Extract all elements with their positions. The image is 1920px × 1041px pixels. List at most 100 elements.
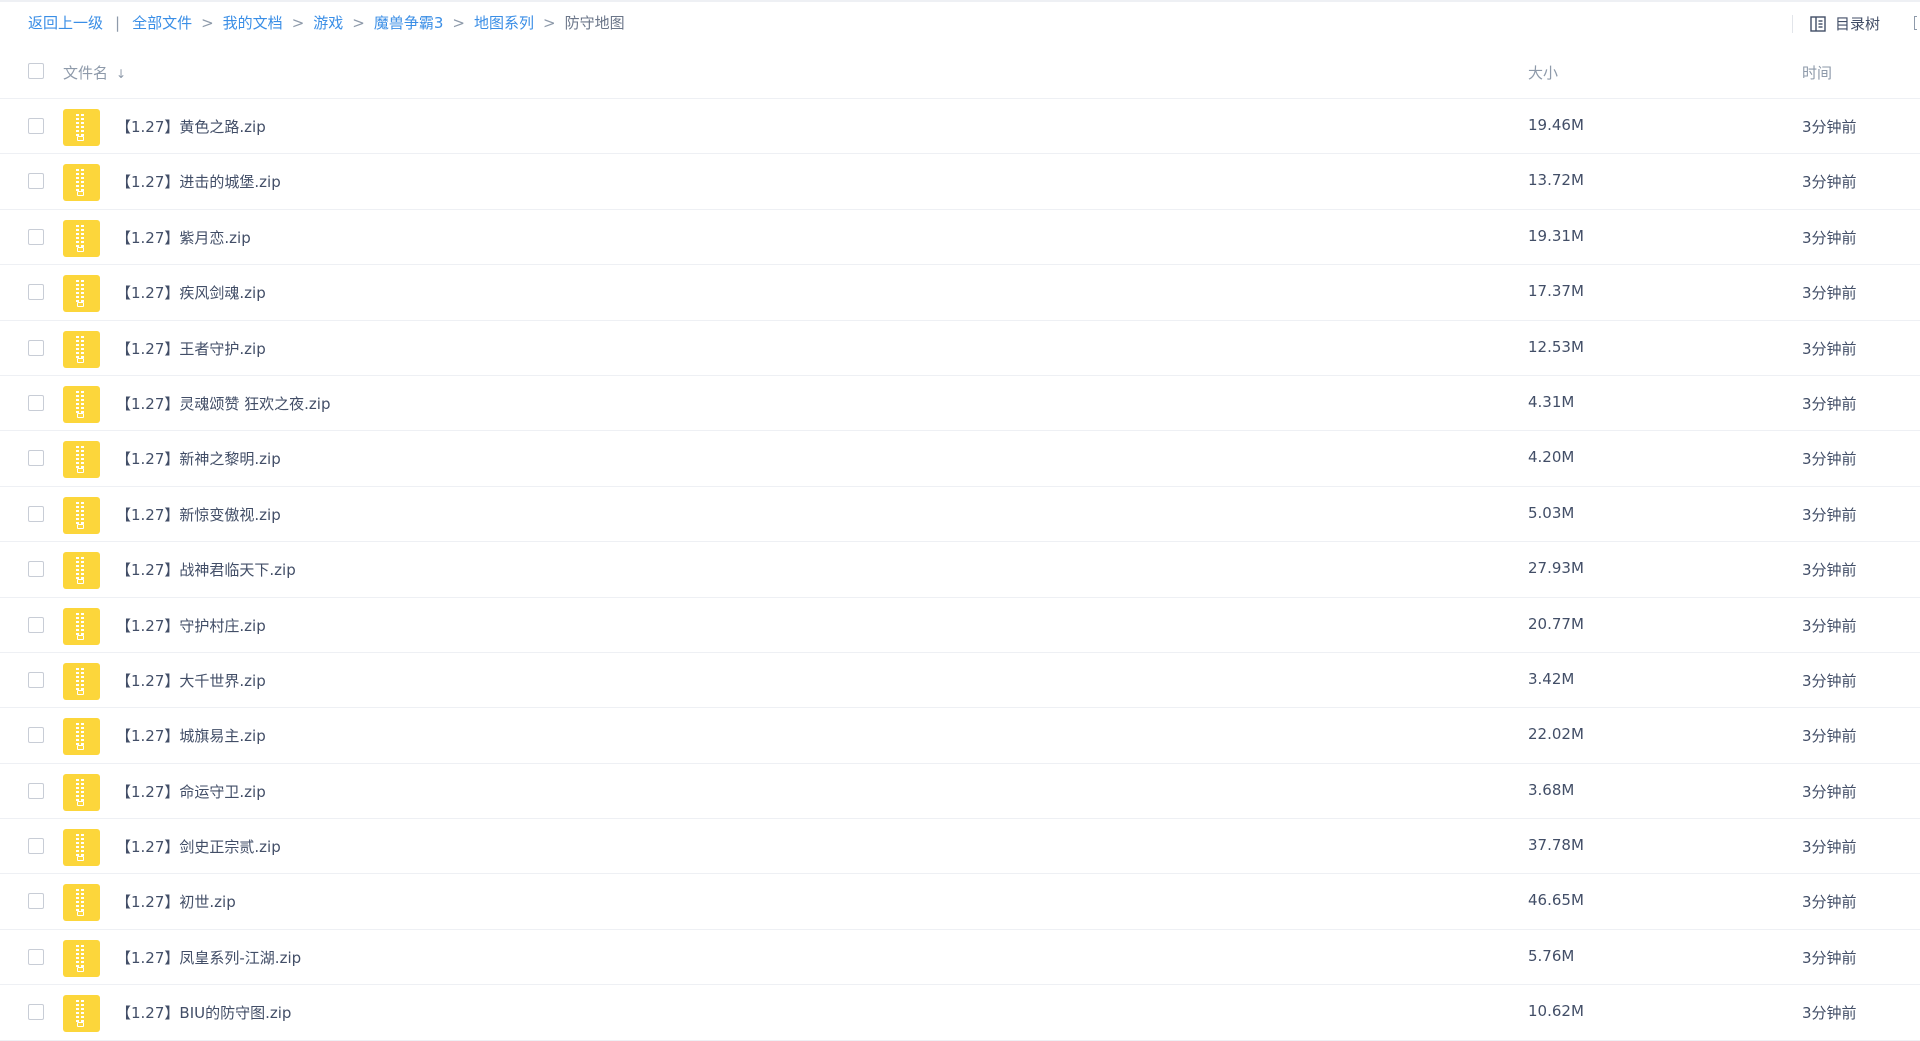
zip-file-icon[interactable] xyxy=(63,385,100,423)
table-row[interactable]: 【1.27】初世.zip 46.65M 3分钟前 xyxy=(0,874,1920,930)
zip-file-icon[interactable] xyxy=(63,662,100,700)
zip-file-icon[interactable] xyxy=(63,884,100,922)
breadcrumb-item-games[interactable]: 游戏 xyxy=(313,14,343,32)
row-checkbox[interactable] xyxy=(28,616,44,633)
directory-tree-button[interactable]: 目录树 xyxy=(1810,12,1880,36)
row-checkbox[interactable] xyxy=(28,173,44,190)
file-name[interactable]: 【1.27】进击的城堡.zip xyxy=(116,171,281,192)
row-checkbox[interactable] xyxy=(28,893,44,910)
file-time: 3分钟前 xyxy=(1802,450,1857,469)
zip-file-icon[interactable] xyxy=(63,718,100,756)
row-checkbox[interactable] xyxy=(28,671,44,688)
table-row[interactable]: 【1.27】紫月恋.zip 19.31M 3分钟前 xyxy=(0,210,1920,266)
table-row[interactable]: 【1.27】城旗易主.zip 22.02M 3分钟前 xyxy=(0,708,1920,764)
file-time: 3分钟前 xyxy=(1802,838,1857,857)
row-checkbox[interactable] xyxy=(28,284,44,301)
breadcrumb-item-my-docs[interactable]: 我的文档 xyxy=(223,14,283,32)
top-bar: 返回上一级 | 全部文件 > 我的文档 > 游戏 > 魔兽争霸3 > 地图系列 > 防守地图 目录树 xyxy=(0,0,1920,44)
back-link[interactable]: 返回上一级 xyxy=(28,14,103,32)
zip-file-icon[interactable] xyxy=(63,109,100,146)
table-row[interactable]: 【1.27】灵魂颂赞 狂欢之夜.zip 4.31M 3分钟前 xyxy=(0,376,1920,432)
table-row[interactable]: 【1.27】新神之黎明.zip 4.20M 3分钟前 xyxy=(0,431,1920,487)
breadcrumb-item-warcraft3[interactable]: 魔兽争霸3 xyxy=(374,14,444,32)
breadcrumb-separator: > xyxy=(291,14,305,32)
zipper-teeth xyxy=(76,612,84,635)
file-name[interactable]: 【1.27】新惊变傲视.zip xyxy=(116,504,281,525)
column-header-time[interactable]: 时间 xyxy=(1802,62,1832,83)
edge-panel-icon[interactable] xyxy=(1914,16,1917,30)
row-checkbox[interactable] xyxy=(28,782,44,799)
table-row[interactable]: 【1.27】新惊变傲视.zip 5.03M 3分钟前 xyxy=(0,487,1920,543)
row-checkbox[interactable] xyxy=(28,948,44,965)
zip-file-icon[interactable] xyxy=(63,441,100,479)
zip-file-icon[interactable] xyxy=(63,164,100,202)
row-checkbox[interactable] xyxy=(28,118,44,134)
zip-file-icon[interactable] xyxy=(63,773,100,811)
zip-file-icon[interactable] xyxy=(63,607,100,645)
table-row[interactable]: 【1.27】黄色之路.zip 19.46M 3分钟前 xyxy=(0,99,1920,155)
file-name[interactable]: 【1.27】疾风剑魂.zip xyxy=(116,282,266,303)
row-checkbox[interactable] xyxy=(28,228,44,245)
zipper-teeth xyxy=(76,778,84,801)
table-row[interactable]: 【1.27】守护村庄.zip 20.77M 3分钟前 xyxy=(0,598,1920,653)
zip-file-icon[interactable] xyxy=(63,939,100,977)
zipper-teeth xyxy=(76,723,84,746)
row-checkbox[interactable] xyxy=(28,339,44,356)
file-name[interactable]: 【1.27】剑史正宗贰.zip xyxy=(116,836,281,857)
table-row[interactable]: 【1.27】BIU的防守图.zip 10.62M 3分钟前 xyxy=(0,985,1920,1041)
row-checkbox[interactable] xyxy=(28,561,44,578)
zip-file-icon[interactable] xyxy=(63,219,100,257)
zipper-pull xyxy=(77,302,84,308)
file-name[interactable]: 【1.27】新神之黎明.zip xyxy=(116,448,281,469)
file-name[interactable]: 【1.27】BIU的防守图.zip xyxy=(116,1002,291,1023)
zip-file-icon[interactable] xyxy=(63,995,100,1033)
table-row[interactable]: 【1.27】王者守护.zip 12.53M 3分钟前 xyxy=(0,321,1920,376)
zipper-teeth xyxy=(76,889,84,912)
zipper-teeth xyxy=(76,335,84,358)
table-row[interactable]: 【1.27】进击的城堡.zip 13.72M 3分钟前 xyxy=(0,154,1920,210)
zipper-teeth xyxy=(76,224,84,247)
table-row[interactable]: 【1.27】战神君临天下.zip 27.93M 3分钟前 xyxy=(0,542,1920,598)
zip-file-icon[interactable] xyxy=(63,829,100,867)
file-name[interactable]: 【1.27】灵魂颂赞 狂欢之夜.zip xyxy=(116,393,331,414)
file-time: 3分钟前 xyxy=(1802,616,1857,635)
table-row[interactable]: 【1.27】疾风剑魂.zip 17.37M 3分钟前 xyxy=(0,265,1920,321)
row-checkbox[interactable] xyxy=(28,1004,44,1021)
zip-file-icon[interactable] xyxy=(63,275,100,313)
table-row[interactable]: 【1.27】命运守卫.zip 3.68M 3分钟前 xyxy=(0,764,1920,820)
zip-file-icon[interactable] xyxy=(63,330,100,368)
zip-file-icon[interactable] xyxy=(63,552,100,590)
column-header-name-label: 文件名 xyxy=(63,64,109,82)
column-header-size[interactable]: 大小 xyxy=(1528,62,1558,83)
file-name[interactable]: 【1.27】命运守卫.zip xyxy=(116,781,266,802)
directory-tree-label: 目录树 xyxy=(1835,15,1881,33)
row-checkbox[interactable] xyxy=(28,727,44,744)
file-name[interactable]: 【1.27】王者守护.zip xyxy=(116,338,266,359)
file-name[interactable]: 【1.27】黄色之路.zip xyxy=(116,116,266,137)
file-name[interactable]: 【1.27】城旗易主.zip xyxy=(116,725,266,746)
file-size: 46.65M xyxy=(1528,891,1584,910)
breadcrumb-item-map-series[interactable]: 地图系列 xyxy=(474,14,534,32)
row-checkbox[interactable] xyxy=(28,505,44,522)
table-row[interactable]: 【1.27】大千世界.zip 3.42M 3分钟前 xyxy=(0,653,1920,709)
file-name[interactable]: 【1.27】守护村庄.zip xyxy=(116,615,266,636)
breadcrumb-item-all-files[interactable]: 全部文件 xyxy=(132,14,192,32)
file-name[interactable]: 【1.27】凤皇系列-江湖.zip xyxy=(116,947,301,968)
breadcrumb-separator: > xyxy=(352,14,365,32)
file-name[interactable]: 【1.27】战神君临天下.zip xyxy=(116,559,296,580)
file-size: 20.77M xyxy=(1528,614,1584,633)
row-checkbox[interactable] xyxy=(28,450,44,467)
column-header-name[interactable]: 文件名 ↓ xyxy=(63,62,126,83)
file-name[interactable]: 【1.27】大千世界.zip xyxy=(116,670,266,691)
file-name[interactable]: 【1.27】紫月恋.zip xyxy=(116,227,251,248)
select-all-checkbox[interactable] xyxy=(28,63,44,79)
zipper-teeth xyxy=(76,390,84,413)
table-row[interactable]: 【1.27】凤皇系列-江湖.zip 5.76M 3分钟前 xyxy=(0,930,1920,986)
zip-file-icon[interactable] xyxy=(63,496,100,534)
file-name[interactable]: 【1.27】初世.zip xyxy=(116,891,236,912)
table-row[interactable]: 【1.27】剑史正宗贰.zip 37.78M 3分钟前 xyxy=(0,819,1920,875)
file-time: 3分钟前 xyxy=(1802,173,1857,192)
row-checkbox[interactable] xyxy=(28,394,44,411)
zipper-teeth xyxy=(76,834,84,857)
row-checkbox[interactable] xyxy=(28,838,44,855)
